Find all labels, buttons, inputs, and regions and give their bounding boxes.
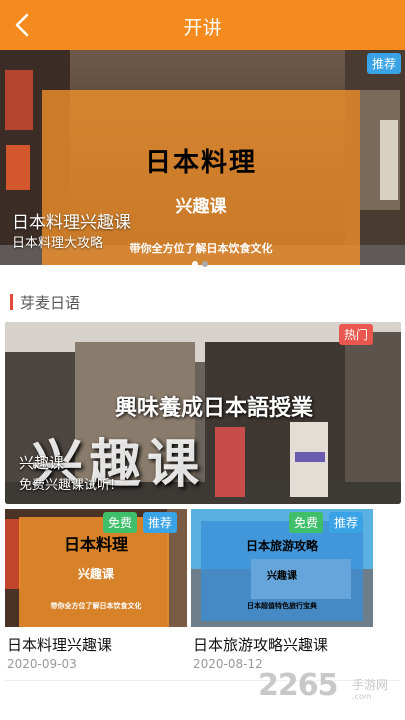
recommend-badge: 推荐: [366, 53, 401, 74]
carousel-dot[interactable]: [202, 261, 208, 267]
featured-course-card[interactable]: 興味養成日本語授業 兴趣课 热门 兴趣课 免费兴趣课试听!: [5, 322, 401, 504]
featured-subtitle: 免费兴趣课试听!: [19, 478, 116, 493]
course-title: 日本料理兴趣课: [7, 636, 113, 654]
featured-poster-title: 興味養成日本語授業: [115, 395, 314, 421]
hot-badge: 热门: [338, 324, 373, 345]
course-title: 日本旅游攻略兴趣课: [193, 636, 329, 654]
course-poster-title: 日本旅游攻略: [245, 539, 318, 553]
watermark-suffix: .com: [352, 692, 372, 701]
course-thumbnail: 日本料理 兴趣课 带你全方位了解日本饮食文化 免费 推荐: [5, 509, 187, 627]
free-badge: 免费: [103, 512, 138, 533]
banner-title: 日本料理兴趣课: [12, 213, 131, 233]
recommend-badge: 推荐: [143, 512, 178, 533]
page-title: 开讲: [183, 17, 222, 39]
banner-subtitle: 日本料理大攻略: [12, 236, 104, 251]
carousel-indicator: [192, 252, 212, 271]
watermark-number: 2265: [258, 668, 338, 703]
watermark-name: 手游网: [352, 678, 389, 692]
carousel-dot[interactable]: [192, 261, 198, 267]
section-title: 芽麦日语: [20, 294, 81, 312]
course-poster-subtitle: 兴趣课: [77, 567, 114, 581]
recommend-badge: 推荐: [329, 512, 364, 533]
top-bar: 开讲: [0, 0, 405, 50]
course-poster-title: 日本料理: [63, 535, 128, 554]
divider: [5, 680, 400, 681]
course-thumbnail: 日本旅游攻略 兴趣课 日本超值特色旅行宝典 免费 推荐: [191, 509, 373, 627]
course-poster-caption: 带你全方位了解日本饮食文化: [50, 602, 142, 610]
course-poster-caption: 日本超值特色旅行宝典: [247, 602, 317, 610]
section-accent-bar: [10, 294, 13, 310]
course-poster-subtitle: 兴趣课: [267, 571, 297, 582]
banner-carousel[interactable]: 日本料理 兴趣课 带你全方位了解日本饮食文化 推荐 日本料理兴趣课 日本料理大攻…: [0, 50, 405, 265]
poster-title: 日本料理: [144, 148, 257, 178]
featured-title: 兴趣课: [19, 454, 65, 472]
free-badge: 免费: [289, 512, 324, 533]
course-date: 2020-09-03: [7, 657, 77, 671]
course-date: 2020-08-12: [193, 657, 263, 671]
